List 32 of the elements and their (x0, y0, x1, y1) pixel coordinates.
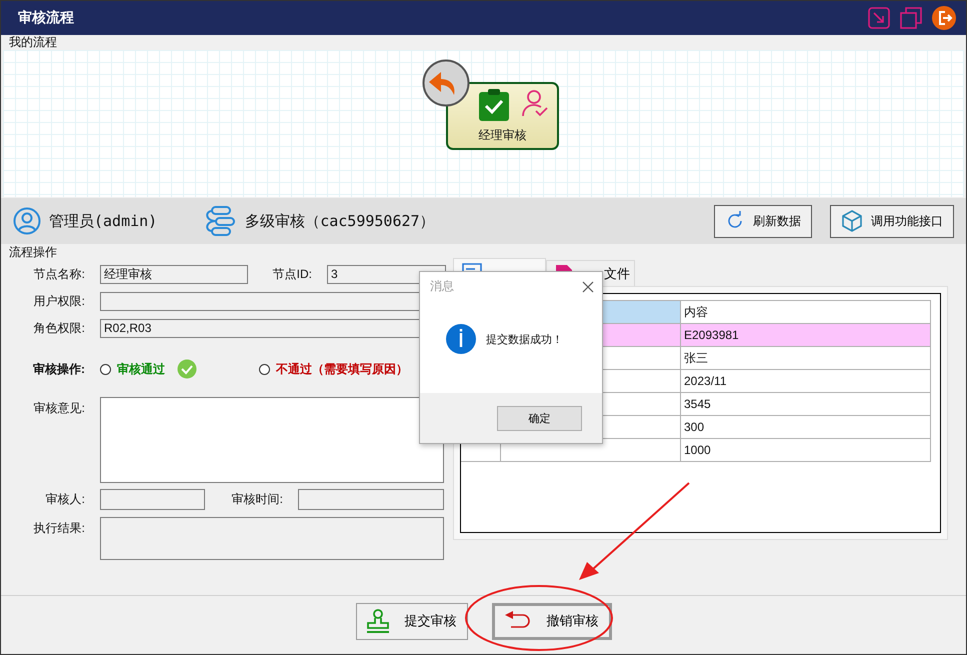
table-cell: 300 (680, 416, 930, 438)
field-label: 节点ID: (272, 266, 313, 283)
field-label: 节点名称: (32, 266, 86, 283)
input-field[interactable]: 经理审核 (100, 265, 248, 284)
table-cell: 2023/11 (680, 370, 930, 392)
field-label: 审核时间: (230, 491, 284, 508)
table-cell: 3545 (680, 392, 930, 416)
table-cell: 1000 (680, 438, 930, 462)
table-cell: E2093981 (680, 324, 930, 346)
refresh-button[interactable]: 刷新数据 (714, 204, 812, 238)
field-label: 审核操作: (32, 360, 86, 378)
user-name: 管理员(admin) (49, 212, 158, 230)
node-label: 经理审核 (478, 127, 526, 144)
api-button[interactable]: 调用功能接口 (830, 204, 954, 238)
column-header: 内容 (680, 300, 930, 324)
field-label: 审核人: (44, 491, 86, 508)
radio-button[interactable]: 不通过（需要填写原因） (259, 360, 408, 378)
field-label: 角色权限: (32, 320, 86, 337)
radio-button[interactable]: 审核通过 (100, 360, 165, 378)
section-label: 流程操作 (8, 245, 58, 259)
flow-node[interactable]: 经理审核 (446, 82, 559, 150)
revoke-button[interactable]: 撤销审核 (492, 602, 612, 640)
submit-button[interactable]: 提交审核 (356, 602, 468, 640)
process-name: 多级审核（cac59950627） (245, 212, 436, 230)
section-label: 我的流程 (8, 35, 58, 49)
table-cell: 张三 (680, 346, 930, 370)
window-title: 审核流程 (18, 9, 75, 27)
ok-button[interactable]: 确定 (497, 406, 582, 430)
field-label: 用户权限: (32, 293, 86, 310)
field-label: 执行结果: (32, 520, 86, 537)
dialog-message: 提交数据成功！ (486, 332, 563, 346)
field-label: 审核意见: (32, 400, 86, 417)
